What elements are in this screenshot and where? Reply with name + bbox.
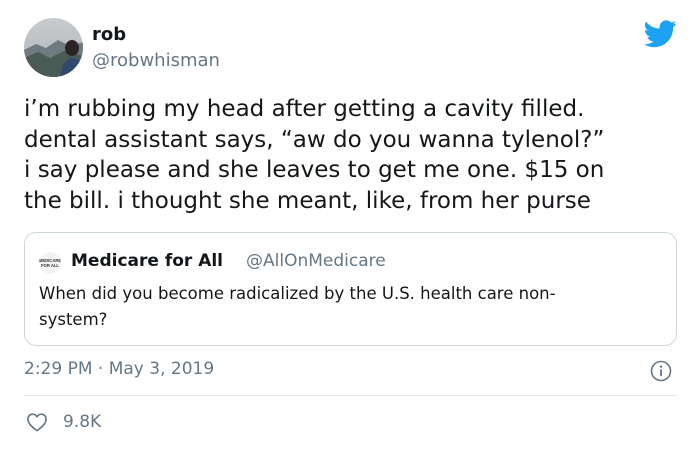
- twitter-bird-icon[interactable]: [643, 20, 677, 48]
- tweet-text: i’m rubbing my head after getting a cavi…: [24, 94, 684, 216]
- tweet-text-line: dental assistant says, “aw do you wanna …: [24, 126, 605, 153]
- divider: [24, 395, 677, 396]
- quoted-avatar[interactable]: MEDICARE FOR ALL: [39, 252, 61, 274]
- quoted-text-line: When did you become radicalized by the U…: [39, 284, 556, 303]
- like-count[interactable]: 9.8K: [63, 411, 101, 433]
- tweet-card: rob @robwhisman i’m rubbing my head afte…: [0, 0, 700, 449]
- quoted-author-handle[interactable]: @AllOnMedicare: [246, 250, 386, 272]
- tweet-text-line: the bill. i thought she meant, like, fro…: [24, 187, 591, 214]
- author-name[interactable]: rob: [92, 24, 126, 46]
- quoted-text-line: system?: [39, 310, 108, 329]
- quoted-author-name[interactable]: Medicare for All: [71, 250, 223, 272]
- quoted-tweet[interactable]: MEDICARE FOR ALL Medicare for All @AllOn…: [24, 232, 677, 346]
- info-icon[interactable]: [650, 360, 672, 382]
- author-handle[interactable]: @robwhisman: [92, 50, 220, 72]
- author-avatar[interactable]: [24, 18, 83, 77]
- quoted-avatar-text: FOR ALL: [41, 263, 59, 268]
- heart-icon[interactable]: [26, 412, 48, 432]
- quoted-text: When did you become radicalized by the U…: [39, 281, 664, 333]
- tweet-text-line: i say please and she leaves to get me on…: [24, 157, 605, 183]
- tweet-timestamp[interactable]: 2:29 PM · May 3, 2019: [24, 358, 214, 380]
- tweet-text-line: i’m rubbing my head after getting a cavi…: [24, 96, 585, 122]
